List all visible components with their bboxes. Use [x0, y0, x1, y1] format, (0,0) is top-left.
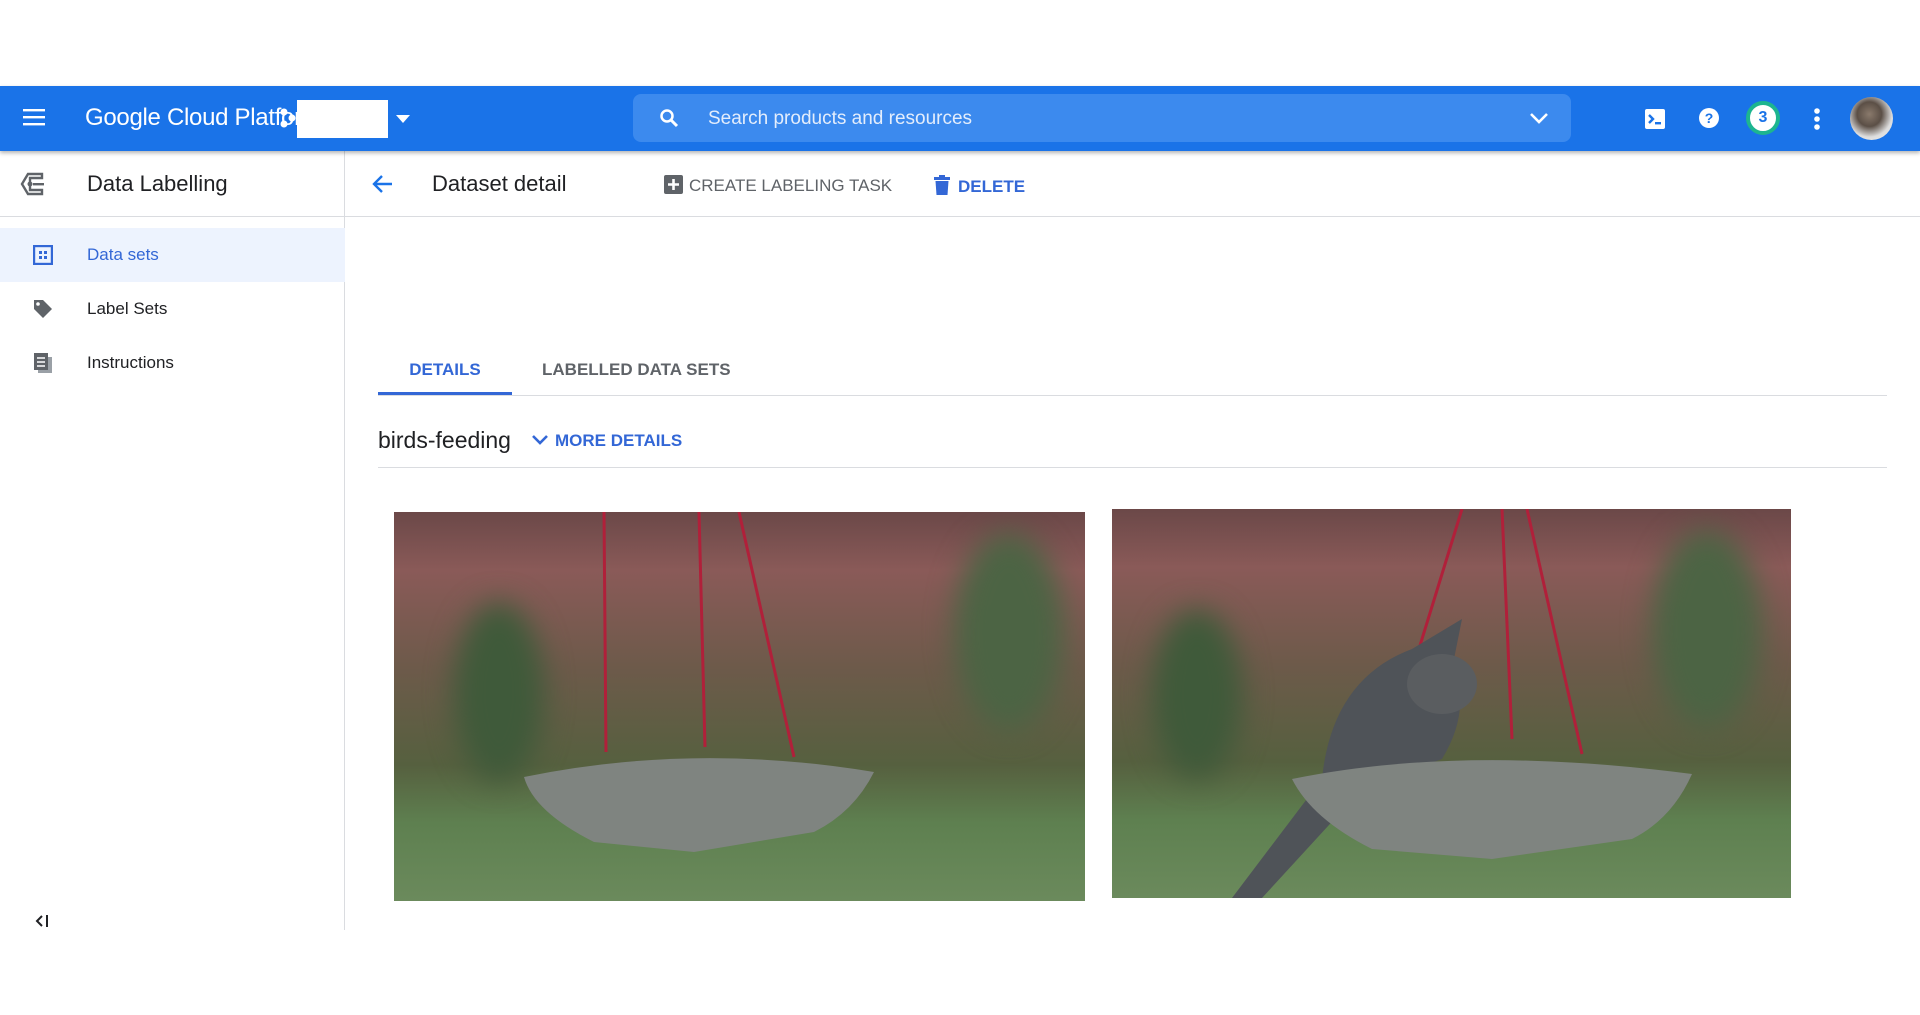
project-icon	[280, 108, 296, 128]
document-icon	[34, 353, 52, 373]
back-arrow-icon[interactable]	[372, 174, 394, 194]
svg-text:?: ?	[1705, 110, 1714, 126]
collapse-sidebar-icon[interactable]	[35, 914, 49, 928]
sidebar-item-instructions[interactable]: Instructions	[0, 336, 345, 390]
dropdown-arrow-icon[interactable]	[396, 115, 410, 123]
more-vert-icon[interactable]	[1813, 108, 1821, 130]
product-header: Data Labelling	[0, 151, 345, 217]
create-labeling-task-button[interactable]: CREATE LABELING TASK	[664, 175, 892, 196]
help-icon[interactable]: ?	[1699, 108, 1719, 128]
tab-details[interactable]: DETAILS	[378, 360, 512, 380]
dataset-image-bird-on-feeder[interactable]	[1112, 509, 1791, 898]
sidebar-item-label: Label Sets	[87, 299, 168, 318]
dataset-name: birds-feeding	[378, 427, 511, 453]
delete-label: DELETE	[958, 177, 1026, 196]
more-details-label: MORE DETAILS	[555, 431, 683, 450]
cloud-shell-icon[interactable]	[1645, 109, 1665, 129]
project-selector[interactable]	[297, 100, 388, 138]
tabs-divider	[378, 395, 1887, 396]
notifications-badge[interactable]: 3	[1746, 101, 1780, 135]
product-title: Data Labelling	[87, 171, 228, 196]
search-icon	[660, 109, 679, 128]
page-title: Dataset detail	[432, 171, 567, 196]
chevron-down-icon	[532, 435, 548, 445]
tag-icon	[34, 300, 52, 318]
sidebar-item-data-sets[interactable]: Data sets	[0, 228, 345, 282]
tab-labelled-data-sets[interactable]: LABELLED DATA SETS	[542, 360, 731, 380]
sidebar-item-label-sets[interactable]: Label Sets	[0, 282, 345, 336]
create-labeling-task-label: CREATE LABELING TASK	[689, 176, 893, 195]
more-details-toggle[interactable]: MORE DETAILS	[531, 431, 682, 451]
top-app-bar: Google Cloud Platform Search products an…	[0, 86, 1920, 151]
trash-icon	[934, 175, 950, 195]
section-divider	[378, 467, 1887, 468]
active-tab-indicator	[378, 392, 512, 395]
sidebar-item-label: Data sets	[87, 245, 159, 264]
sidebar-item-label: Instructions	[87, 353, 174, 372]
avatar[interactable]	[1850, 97, 1893, 140]
chevron-down-icon[interactable]	[1529, 112, 1549, 124]
feeder-illustration	[524, 512, 874, 852]
delete-button[interactable]: DELETE	[934, 175, 1025, 197]
search-bar[interactable]: Search products and resources	[633, 94, 1571, 142]
search-input[interactable]: Search products and resources	[708, 108, 972, 130]
page-header: Dataset detail CREATE LABELING TASK DELE…	[345, 151, 1920, 217]
sidebar: Data sets Label Sets Instructions	[0, 217, 345, 930]
grid-icon	[33, 245, 53, 265]
data-labelling-icon	[20, 172, 44, 196]
dataset-image-feeder[interactable]	[394, 512, 1085, 901]
add-box-icon	[664, 175, 683, 194]
hamburger-menu-icon[interactable]	[23, 108, 45, 126]
bird-illustration	[1232, 509, 1692, 898]
